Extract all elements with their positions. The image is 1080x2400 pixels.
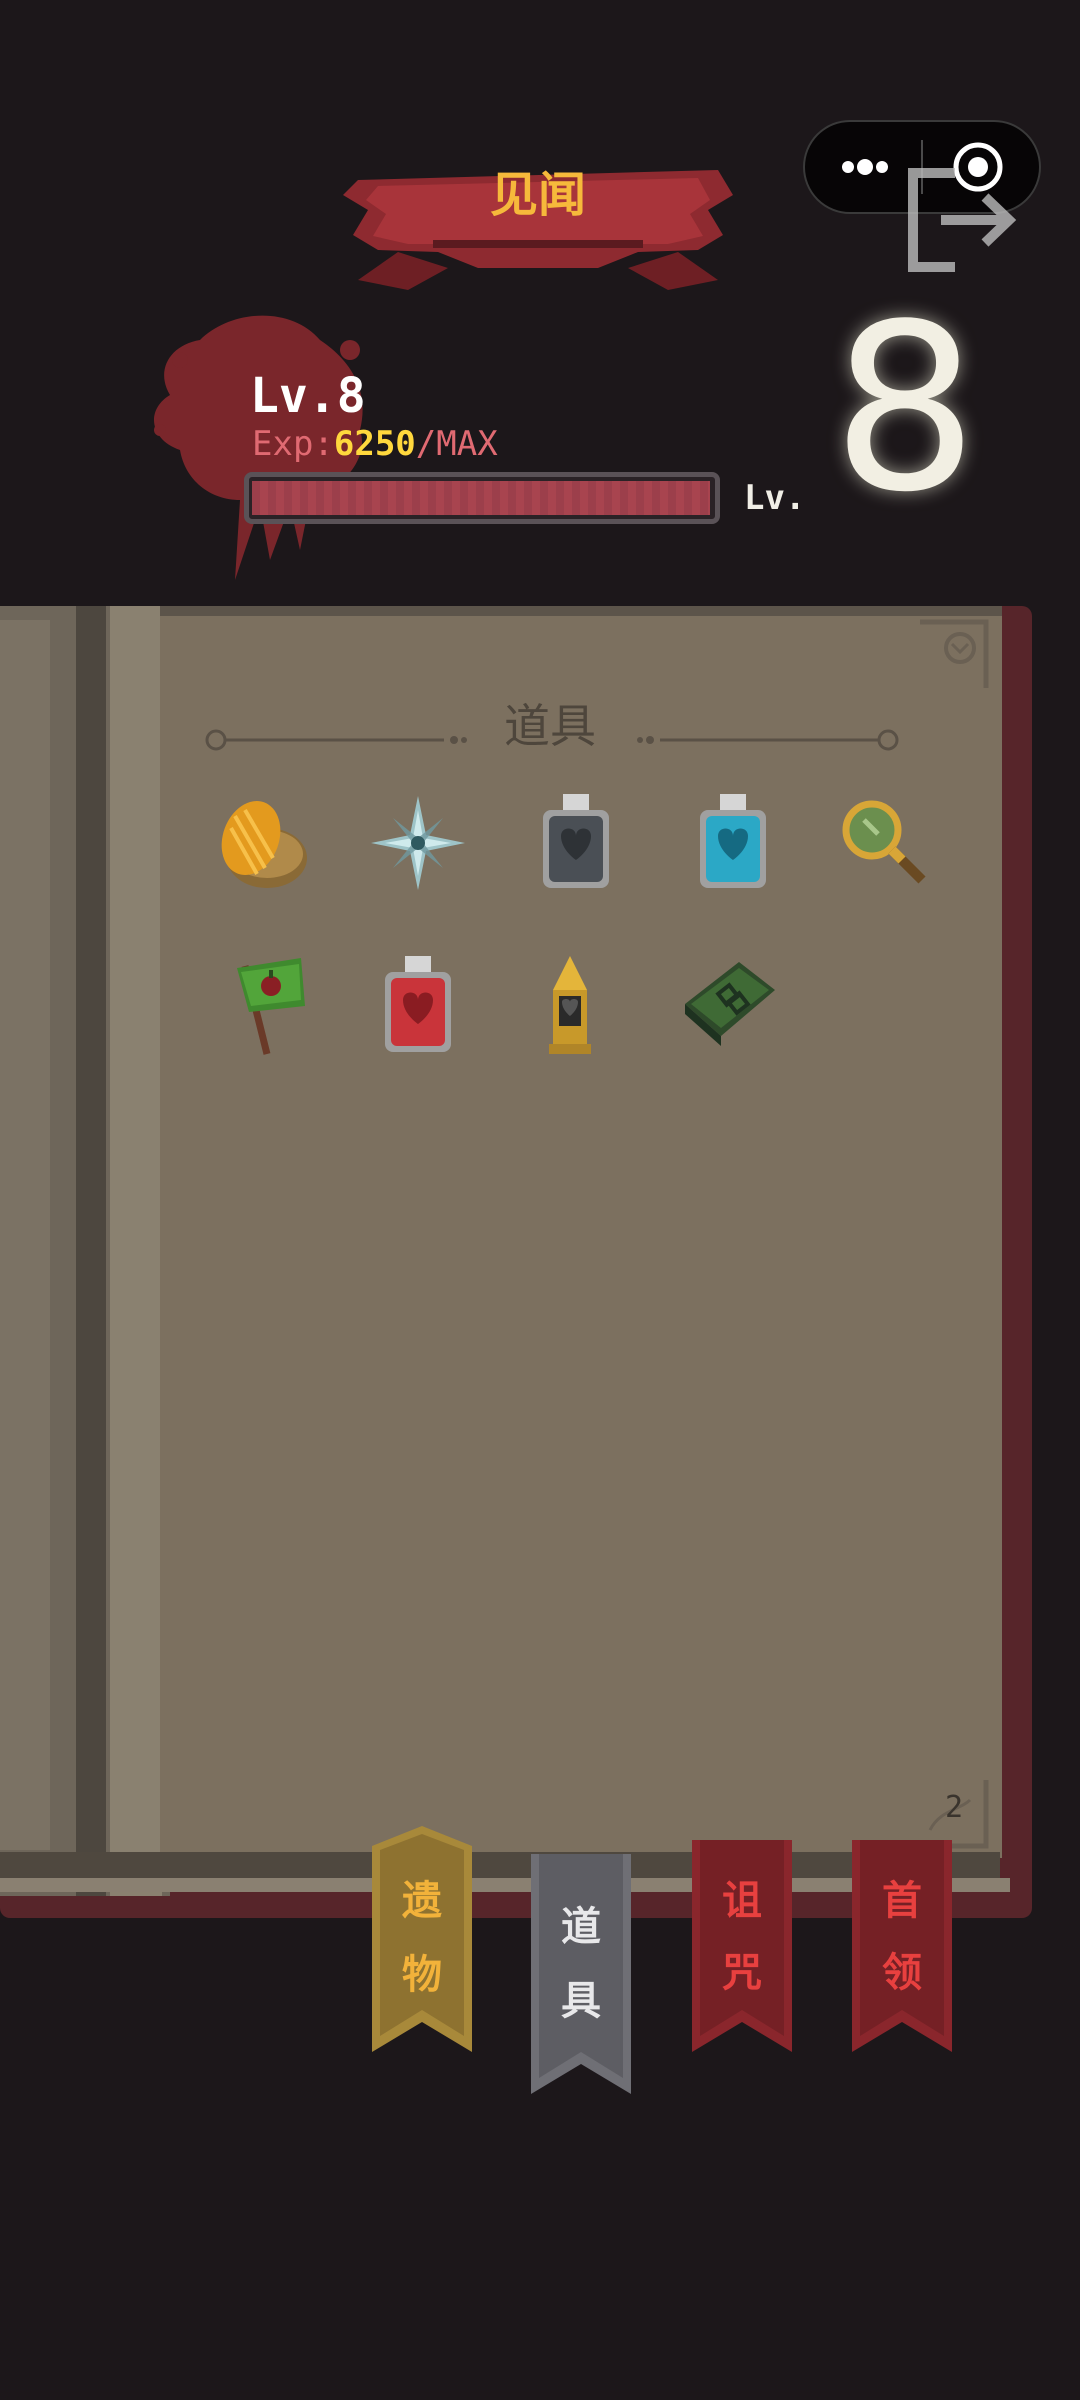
book-spine	[76, 606, 106, 1896]
green-book-icon[interactable]	[675, 950, 785, 1060]
tab-label-top: 首	[882, 1878, 922, 1924]
page-number: 2	[945, 1790, 964, 1825]
tab-label-top: 道	[561, 1904, 601, 1950]
page-title: 见闻	[489, 167, 586, 223]
red-heart-bottle-icon[interactable]	[363, 950, 473, 1060]
tab-relics[interactable]: 遗 物	[372, 1826, 472, 2052]
book-page-edge	[0, 1852, 1000, 1878]
tab-bosses[interactable]: 首 领	[852, 1840, 952, 2052]
gray-heart-bottle-icon[interactable]	[521, 788, 631, 898]
level-label: Lv.8	[250, 368, 366, 424]
magnifying-glass-icon[interactable]	[830, 788, 940, 898]
tab-label-bottom: 物	[402, 1952, 442, 1998]
tab-label-bottom: 具	[561, 1978, 601, 2024]
blue-heart-bottle-icon[interactable]	[678, 788, 788, 898]
exp-line: Exp:6250/MAX	[252, 424, 498, 464]
ribbon-shape	[372, 1826, 472, 2052]
book-gutter	[110, 606, 162, 1896]
page-corner-ornament	[920, 619, 989, 688]
golden-potato-icon[interactable]	[205, 788, 315, 898]
bullet-icon[interactable]	[515, 950, 625, 1060]
tab-curses[interactable]: 诅 咒	[692, 1840, 792, 2052]
tab-label-top: 遗	[402, 1878, 442, 1924]
ice-compass-star-icon[interactable]	[363, 788, 473, 898]
exit-door-icon[interactable]	[905, 165, 1025, 275]
heading-divider-left	[205, 729, 467, 751]
book-left-edge	[0, 620, 50, 1850]
heading-divider-right	[637, 729, 899, 751]
big-level-prefix: Lv.	[744, 478, 806, 518]
tab-items[interactable]: 道 具	[531, 1854, 631, 2094]
section-title: 道具	[504, 699, 596, 753]
tab-label-bottom: 领	[882, 1950, 922, 1996]
tab-label-top: 诅	[722, 1878, 762, 1924]
green-flag-icon[interactable]	[215, 950, 325, 1060]
exp-prefix: Exp:	[252, 424, 334, 464]
more-dots-icon[interactable]	[830, 130, 900, 204]
exp-suffix: /MAX	[415, 424, 498, 464]
big-level-number: 8	[831, 276, 979, 543]
exp-value: 6250	[333, 424, 416, 464]
exp-bar-fill	[252, 481, 710, 515]
tab-label-bottom: 咒	[722, 1950, 762, 1996]
